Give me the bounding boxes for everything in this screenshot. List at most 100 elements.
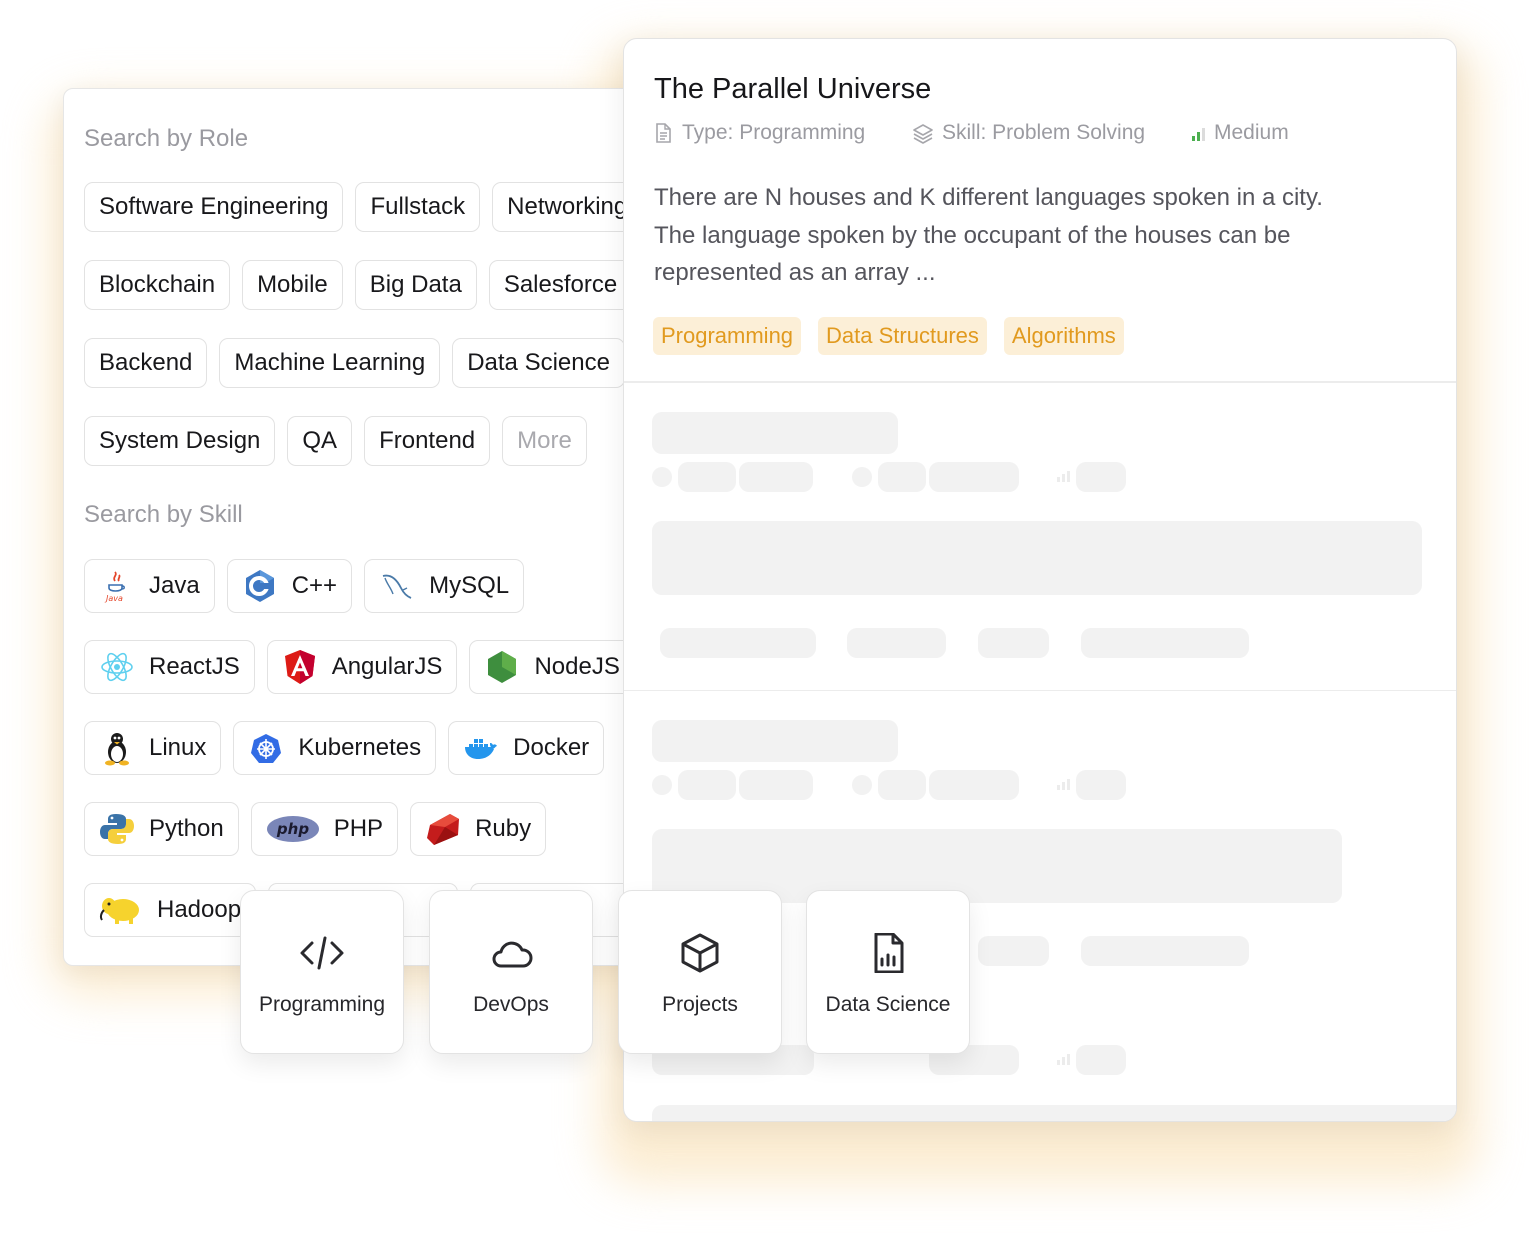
role-row-2: Blockchain Mobile Big Data Salesforce [84, 260, 633, 310]
role-chip-system-design[interactable]: System Design [84, 416, 276, 466]
java-icon: Java [104, 571, 125, 603]
skeleton-tag [660, 628, 816, 658]
react-icon [101, 652, 133, 682]
description-line: represented as an array ... [654, 259, 936, 286]
role-chip-frontend[interactable]: Frontend [364, 416, 491, 466]
skill-row-2: ReactJS AngularJS NodeJS [84, 640, 635, 694]
category-card-data-science[interactable]: Data Science [806, 890, 970, 1054]
skill-chip-linux[interactable]: Linux [84, 721, 222, 775]
skill-section-label: Search by Skill [84, 501, 243, 528]
skeleton-text [878, 770, 926, 800]
skill-chip-cpp[interactable]: C++ [226, 559, 353, 613]
hadoop-icon [99, 898, 139, 924]
role-chip-qa[interactable]: QA [287, 416, 353, 466]
skill-chip-label: Python [149, 815, 224, 842]
java-logo-text: Java [104, 594, 123, 603]
ruby-icon [427, 814, 460, 845]
question-title[interactable]: The Parallel Universe [654, 73, 931, 106]
document-icon [656, 123, 671, 143]
skill-chip-label: Ruby [475, 815, 532, 842]
skill-chip-nodejs[interactable]: NodeJS [469, 640, 635, 694]
skeleton-bars-icon [1057, 779, 1070, 790]
tag-data-structures[interactable]: Data Structures [818, 317, 987, 355]
skill-chip-reactjs[interactable]: ReactJS [84, 640, 255, 694]
search-panel: Search by Role Software Engineering Full… [63, 88, 705, 966]
skill-row-1: Java Java C++ MySQL [84, 559, 525, 613]
category-label: DevOps [473, 993, 549, 1016]
skill-row-3: Linux Kubernetes Docker [84, 721, 605, 775]
skill-chip-java[interactable]: Java Java [84, 559, 215, 613]
skeleton-text [1076, 1045, 1126, 1075]
php-icon: php [266, 816, 319, 842]
docker-icon [465, 739, 498, 759]
mysql-icon [382, 574, 412, 599]
skeleton-text [929, 770, 1019, 800]
question-type: Type: Programming [652, 121, 865, 145]
role-chip-fullstack[interactable]: Fullstack [355, 182, 481, 232]
skill-chip-label: Java [149, 572, 200, 599]
skill-chip-label: PHP [333, 815, 384, 842]
skeleton-title [652, 412, 898, 454]
skill-chip-label: ReactJS [149, 653, 240, 680]
skill-chip-label: NodeJS [534, 653, 620, 680]
skeleton-description [652, 521, 1422, 595]
role-chip-networking[interactable]: Networking [492, 182, 643, 232]
role-row-1: Software Engineering Fullstack Networkin… [84, 182, 643, 232]
tag-programming[interactable]: Programming [653, 317, 802, 355]
linux-icon [105, 733, 129, 766]
category-label: Data Science [825, 993, 951, 1016]
role-row-3: Backend Machine Learning Data Science [84, 338, 625, 388]
role-chip-data-science[interactable]: Data Science [452, 338, 625, 388]
skeleton-title [652, 720, 898, 762]
divider [624, 381, 1456, 383]
skill-chip-python[interactable]: Python [84, 802, 239, 856]
category-card-programming[interactable]: Programming [240, 890, 404, 1054]
role-chip-big-data[interactable]: Big Data [354, 260, 477, 310]
role-chip-blockchain[interactable]: Blockchain [84, 260, 231, 310]
skeleton-tag [978, 628, 1049, 658]
skill-chip-angularjs[interactable]: AngularJS [266, 640, 458, 694]
description-line: The language spoken by the occupant of t… [654, 221, 1291, 249]
skill-chip-mysql[interactable]: MySQL [364, 559, 525, 613]
question-type-text: Type: Programming [682, 121, 866, 144]
skeleton-text [678, 770, 736, 800]
category-card-projects[interactable]: Projects [618, 890, 782, 1054]
question-skill-text: Skill: Problem Solving [942, 121, 1146, 144]
question-tags: Programming Data Structures Algorithms [653, 317, 1124, 355]
description-line: There are N houses and K different langu… [654, 184, 1323, 211]
question-skill: Skill: Problem Solving [912, 121, 1145, 145]
code-icon [300, 936, 344, 970]
role-chip-software-engineering[interactable]: Software Engineering [84, 182, 344, 232]
skill-chip-kubernetes[interactable]: Kubernetes [233, 721, 437, 775]
skeleton-text [1076, 770, 1126, 800]
skill-chip-label: Docker [513, 734, 590, 761]
role-chip-machine-learning[interactable]: Machine Learning [219, 338, 441, 388]
skeleton-bars-icon [1057, 471, 1070, 482]
tag-algorithms[interactable]: Algorithms [1003, 317, 1124, 355]
role-chip-mobile[interactable]: Mobile [242, 260, 343, 310]
skill-chip-php[interactable]: php PHP [250, 802, 399, 856]
kubernetes-icon [251, 734, 282, 763]
role-section-label: Search by Role [84, 125, 249, 152]
question-description: There are N houses and K different langu… [654, 179, 1414, 292]
skill-chip-label: C++ [291, 572, 338, 599]
question-difficulty-text: Medium [1214, 121, 1289, 144]
skeleton-text [739, 770, 813, 800]
skeleton-icon [652, 775, 672, 795]
role-chip-backend[interactable]: Backend [84, 338, 208, 388]
skeleton-icon [852, 775, 872, 795]
more-roles-button[interactable]: More [502, 416, 587, 466]
skill-chip-label: AngularJS [331, 653, 443, 680]
question-difficulty: Medium [1190, 121, 1289, 145]
skeleton-text [929, 462, 1019, 492]
skill-chip-hadoop[interactable]: Hadoop [84, 883, 257, 937]
skill-chip-label: MySQL [429, 572, 510, 599]
skill-chip-label: Kubernetes [298, 734, 422, 761]
skill-chip-label: Hadoop [157, 896, 242, 923]
layers-icon [913, 124, 933, 144]
skill-chip-docker[interactable]: Docker [448, 721, 605, 775]
role-chip-salesforce[interactable]: Salesforce [488, 260, 633, 310]
skill-chip-ruby[interactable]: Ruby [410, 802, 547, 856]
category-card-devops[interactable]: DevOps [429, 890, 593, 1054]
category-label: Programming [258, 993, 386, 1016]
